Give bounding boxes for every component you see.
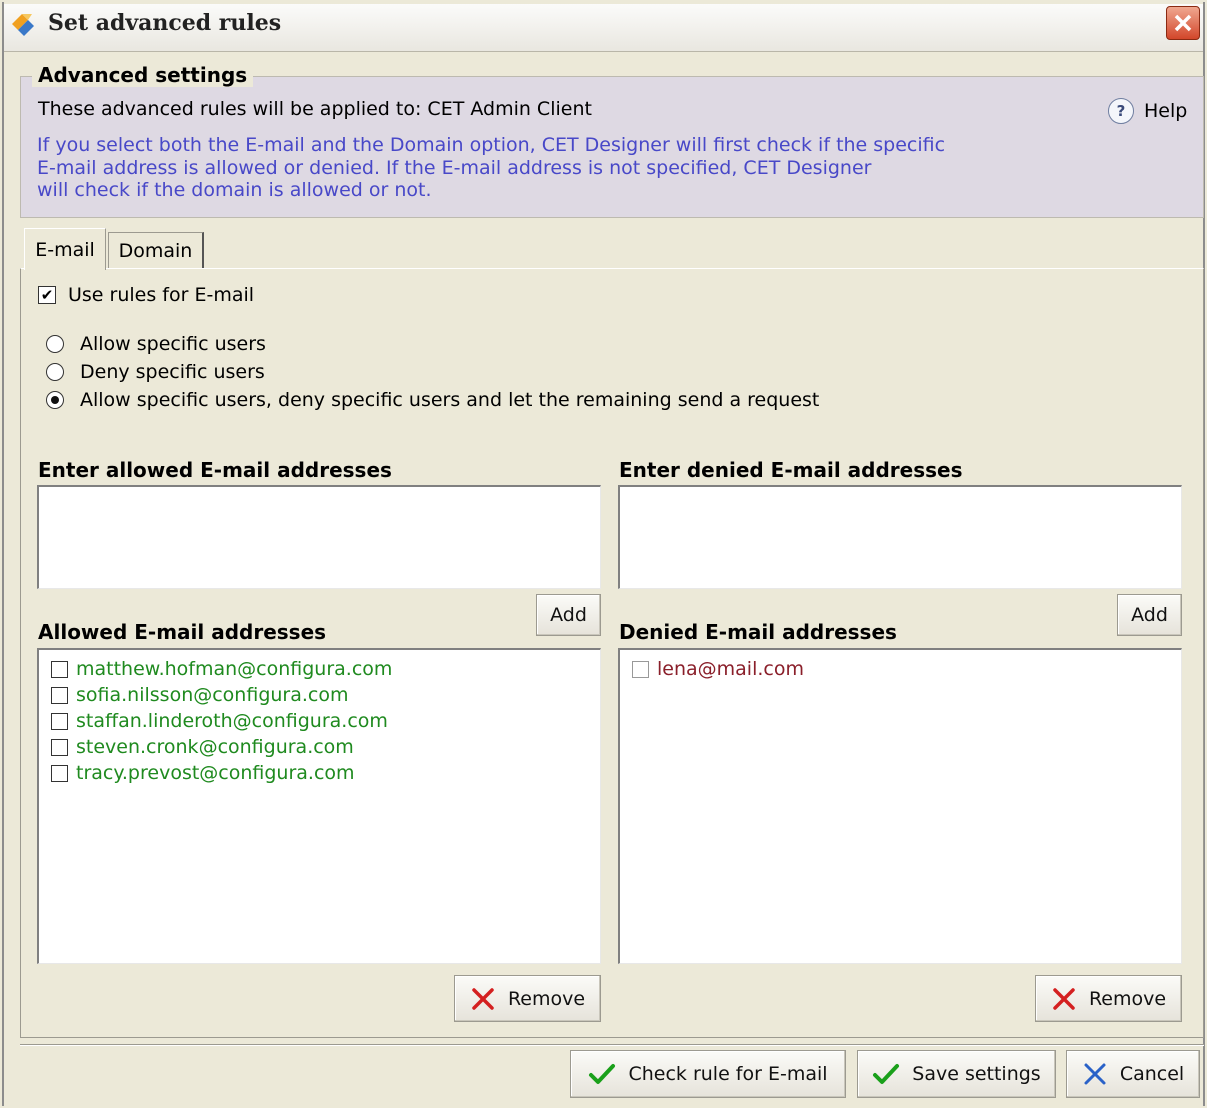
enter-denied-label: Enter denied E-mail addresses xyxy=(619,458,963,482)
checkbox-checked[interactable]: ✔ xyxy=(38,286,56,304)
list-checkbox[interactable] xyxy=(51,712,68,730)
remove-label: Remove xyxy=(1088,987,1167,1010)
applied-to-text: These advanced rules will be applied to:… xyxy=(38,98,592,120)
list-item[interactable]: staffan.linderoth@configura.com xyxy=(51,708,588,734)
footer-separator xyxy=(20,1044,1204,1046)
radio-deny-specific[interactable]: Deny specific users xyxy=(46,361,265,383)
help-label: Help xyxy=(1144,100,1188,122)
list-checkbox[interactable] xyxy=(51,660,68,678)
add-allowed-button[interactable]: Add xyxy=(536,594,601,636)
check-rule-label: Check rule for E-mail xyxy=(628,1063,828,1085)
allowed-email: sofia.nilsson@configura.com xyxy=(76,684,349,706)
info-line: If you select both the E-mail and the Do… xyxy=(37,134,946,156)
check-icon xyxy=(589,1064,616,1084)
radio-button[interactable] xyxy=(46,335,64,353)
list-checkbox[interactable] xyxy=(51,738,68,756)
info-text: If you select both the E-mail and the Do… xyxy=(37,134,997,202)
allowed-email-list[interactable]: matthew.hofman@configura.com sofia.nilss… xyxy=(37,648,601,964)
allowed-email: steven.cronk@configura.com xyxy=(76,736,354,758)
radio-label: Allow specific users xyxy=(80,333,266,355)
use-rules-checkbox[interactable]: ✔ Use rules for E-mail xyxy=(38,284,254,306)
cancel-icon xyxy=(1084,1063,1106,1085)
allowed-email: matthew.hofman@configura.com xyxy=(76,658,393,680)
allowed-email: staffan.linderoth@configura.com xyxy=(76,710,388,732)
radio-allow-specific[interactable]: Allow specific users xyxy=(46,333,266,355)
app-logo-icon xyxy=(8,10,38,38)
radio-button[interactable] xyxy=(46,363,64,381)
save-settings-button[interactable]: Save settings xyxy=(857,1050,1056,1098)
help-button[interactable]: ? Help xyxy=(1108,98,1187,124)
add-label: Add xyxy=(550,604,587,626)
list-item[interactable]: sofia.nilsson@configura.com xyxy=(51,682,588,708)
radio-label: Allow specific users, deny specific user… xyxy=(80,389,820,411)
list-checkbox[interactable] xyxy=(51,686,68,704)
list-item[interactable]: tracy.prevost@configura.com xyxy=(51,760,588,786)
list-item[interactable]: matthew.hofman@configura.com xyxy=(51,656,588,682)
enter-allowed-label: Enter allowed E-mail addresses xyxy=(38,458,392,482)
close-icon xyxy=(1174,14,1192,32)
denied-list-label: Denied E-mail addresses xyxy=(619,620,897,644)
window-title: Set advanced rules xyxy=(48,10,282,36)
radio-label: Deny specific users xyxy=(80,361,265,383)
tab-domain-label: Domain xyxy=(118,239,193,262)
denied-email-input[interactable] xyxy=(618,485,1182,589)
allowed-email: tracy.prevost@configura.com xyxy=(76,762,355,784)
advanced-settings-legend: Advanced settings xyxy=(32,63,254,87)
use-rules-label: Use rules for E-mail xyxy=(68,284,255,306)
save-settings-label: Save settings xyxy=(912,1063,1041,1085)
check-rule-button[interactable]: Check rule for E-mail xyxy=(570,1050,846,1098)
remove-denied-button[interactable]: Remove xyxy=(1035,975,1182,1022)
info-line: E-mail address is allowed or denied. If … xyxy=(37,156,872,179)
add-label: Add xyxy=(1131,604,1168,626)
tab-domain[interactable]: Domain xyxy=(108,232,204,268)
allowed-list-label: Allowed E-mail addresses xyxy=(38,620,327,644)
help-icon: ? xyxy=(1108,98,1134,124)
denied-email: lena@mail.com xyxy=(657,658,804,680)
tab-email-label: E-mail xyxy=(35,238,95,261)
list-checkbox[interactable] xyxy=(51,764,68,782)
remove-label: Remove xyxy=(507,987,586,1010)
info-line: will check if the domain is allowed or n… xyxy=(37,179,432,201)
remove-icon xyxy=(1053,987,1075,1010)
cancel-label: Cancel xyxy=(1119,1063,1185,1085)
remove-allowed-button[interactable]: Remove xyxy=(454,975,601,1022)
radio-allow-deny-request[interactable]: Allow specific users, deny specific user… xyxy=(46,389,819,411)
denied-email-list[interactable]: lena@mail.com xyxy=(618,648,1182,964)
list-item[interactable]: lena@mail.com xyxy=(632,656,1169,682)
tab-email[interactable]: E-mail xyxy=(24,228,106,270)
cancel-button[interactable]: Cancel xyxy=(1066,1050,1200,1098)
allowed-email-input[interactable] xyxy=(37,485,601,589)
remove-icon xyxy=(472,987,494,1010)
check-icon xyxy=(873,1064,900,1084)
add-denied-button[interactable]: Add xyxy=(1117,594,1182,636)
radio-button-selected[interactable] xyxy=(46,391,64,409)
list-item[interactable]: steven.cronk@configura.com xyxy=(51,734,588,760)
close-button[interactable] xyxy=(1166,6,1200,40)
list-checkbox[interactable] xyxy=(632,660,649,678)
